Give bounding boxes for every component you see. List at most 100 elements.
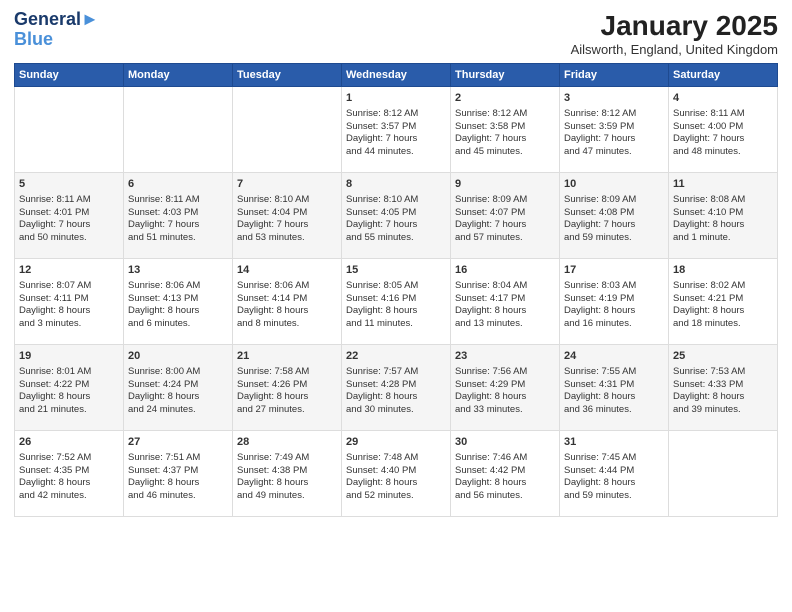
day-info-line: Sunrise: 7:57 AM xyxy=(346,366,446,379)
day-info-line: and 51 minutes. xyxy=(128,232,228,245)
day-info-line: Sunrise: 7:45 AM xyxy=(564,452,664,465)
day-info-line: Sunrise: 8:06 AM xyxy=(237,280,337,293)
day-cell: 10Sunrise: 8:09 AMSunset: 4:08 PMDayligh… xyxy=(560,173,669,259)
day-info-line: Daylight: 8 hours xyxy=(346,477,446,490)
day-info-line: and 45 minutes. xyxy=(455,146,555,159)
day-info-line: Sunset: 4:17 PM xyxy=(455,293,555,306)
day-info-line: Sunrise: 8:06 AM xyxy=(128,280,228,293)
day-info-line: Sunrise: 8:00 AM xyxy=(128,366,228,379)
day-info-line: and 56 minutes. xyxy=(455,490,555,503)
day-number: 16 xyxy=(455,263,555,278)
day-info-line: Sunrise: 8:09 AM xyxy=(564,194,664,207)
day-info-line: and 53 minutes. xyxy=(237,232,337,245)
logo: General► Blue xyxy=(14,10,99,50)
day-cell: 5Sunrise: 8:11 AMSunset: 4:01 PMDaylight… xyxy=(15,173,124,259)
day-number: 11 xyxy=(673,177,773,192)
weekday-header-sunday: Sunday xyxy=(15,64,124,87)
logo-blue: Blue xyxy=(14,30,99,50)
day-number: 6 xyxy=(128,177,228,192)
day-cell: 18Sunrise: 8:02 AMSunset: 4:21 PMDayligh… xyxy=(669,259,778,345)
weekday-header-friday: Friday xyxy=(560,64,669,87)
day-cell: 6Sunrise: 8:11 AMSunset: 4:03 PMDaylight… xyxy=(124,173,233,259)
day-info-line: and 27 minutes. xyxy=(237,404,337,417)
day-info-line: Sunrise: 8:10 AM xyxy=(237,194,337,207)
day-number: 20 xyxy=(128,349,228,364)
day-cell: 28Sunrise: 7:49 AMSunset: 4:38 PMDayligh… xyxy=(233,431,342,517)
day-info-line: Daylight: 8 hours xyxy=(564,391,664,404)
day-info-line: Daylight: 7 hours xyxy=(19,219,119,232)
day-number: 12 xyxy=(19,263,119,278)
day-info-line: and 36 minutes. xyxy=(564,404,664,417)
day-number: 30 xyxy=(455,435,555,450)
day-number: 15 xyxy=(346,263,446,278)
day-info-line: Sunrise: 7:51 AM xyxy=(128,452,228,465)
day-cell: 11Sunrise: 8:08 AMSunset: 4:10 PMDayligh… xyxy=(669,173,778,259)
day-cell xyxy=(669,431,778,517)
day-info-line: and 44 minutes. xyxy=(346,146,446,159)
day-number: 7 xyxy=(237,177,337,192)
day-number: 28 xyxy=(237,435,337,450)
day-info-line: Daylight: 8 hours xyxy=(237,391,337,404)
day-cell: 26Sunrise: 7:52 AMSunset: 4:35 PMDayligh… xyxy=(15,431,124,517)
day-info-line: Sunset: 4:28 PM xyxy=(346,379,446,392)
day-info-line: Daylight: 8 hours xyxy=(346,391,446,404)
day-info-line: Sunset: 4:40 PM xyxy=(346,465,446,478)
day-info-line: Sunset: 4:16 PM xyxy=(346,293,446,306)
day-info-line: Sunset: 4:22 PM xyxy=(19,379,119,392)
day-info-line: Daylight: 7 hours xyxy=(564,133,664,146)
day-info-line: Daylight: 8 hours xyxy=(237,477,337,490)
day-info-line: Daylight: 8 hours xyxy=(673,391,773,404)
day-cell: 16Sunrise: 8:04 AMSunset: 4:17 PMDayligh… xyxy=(451,259,560,345)
day-info-line: Sunrise: 7:48 AM xyxy=(346,452,446,465)
day-info-line: Sunrise: 8:01 AM xyxy=(19,366,119,379)
day-info-line: and 49 minutes. xyxy=(237,490,337,503)
day-info-line: Daylight: 8 hours xyxy=(673,219,773,232)
day-cell: 14Sunrise: 8:06 AMSunset: 4:14 PMDayligh… xyxy=(233,259,342,345)
day-info-line: and 16 minutes. xyxy=(564,318,664,331)
day-info-line: Sunrise: 7:55 AM xyxy=(564,366,664,379)
day-number: 13 xyxy=(128,263,228,278)
day-info-line: Sunrise: 7:49 AM xyxy=(237,452,337,465)
day-cell: 13Sunrise: 8:06 AMSunset: 4:13 PMDayligh… xyxy=(124,259,233,345)
day-info-line: and 59 minutes. xyxy=(564,232,664,245)
day-info-line: Sunrise: 8:12 AM xyxy=(564,108,664,121)
calendar-title: January 2025 xyxy=(571,10,778,42)
day-number: 1 xyxy=(346,91,446,106)
day-info-line: Sunset: 4:21 PM xyxy=(673,293,773,306)
day-info-line: Sunrise: 8:07 AM xyxy=(19,280,119,293)
day-info-line: and 30 minutes. xyxy=(346,404,446,417)
calendar-subtitle: Ailsworth, England, United Kingdom xyxy=(571,42,778,57)
day-info-line: Sunset: 4:37 PM xyxy=(128,465,228,478)
week-row-2: 5Sunrise: 8:11 AMSunset: 4:01 PMDaylight… xyxy=(15,173,778,259)
day-info-line: and 57 minutes. xyxy=(455,232,555,245)
day-cell: 29Sunrise: 7:48 AMSunset: 4:40 PMDayligh… xyxy=(342,431,451,517)
day-number: 21 xyxy=(237,349,337,364)
day-info-line: Sunset: 4:35 PM xyxy=(19,465,119,478)
day-number: 27 xyxy=(128,435,228,450)
day-info-line: Sunset: 4:08 PM xyxy=(564,207,664,220)
day-number: 9 xyxy=(455,177,555,192)
day-number: 31 xyxy=(564,435,664,450)
day-info-line: Sunset: 4:24 PM xyxy=(128,379,228,392)
day-number: 23 xyxy=(455,349,555,364)
day-info-line: and 39 minutes. xyxy=(673,404,773,417)
day-info-line: and 21 minutes. xyxy=(19,404,119,417)
day-info-line: Daylight: 8 hours xyxy=(19,305,119,318)
day-cell: 9Sunrise: 8:09 AMSunset: 4:07 PMDaylight… xyxy=(451,173,560,259)
header: General► Blue January 2025 Ailsworth, En… xyxy=(14,10,778,57)
day-number: 22 xyxy=(346,349,446,364)
day-cell: 24Sunrise: 7:55 AMSunset: 4:31 PMDayligh… xyxy=(560,345,669,431)
day-info-line: Sunset: 4:10 PM xyxy=(673,207,773,220)
day-info-line: and 24 minutes. xyxy=(128,404,228,417)
day-info-line: and 33 minutes. xyxy=(455,404,555,417)
day-info-line: and 8 minutes. xyxy=(237,318,337,331)
day-info-line: Sunset: 4:44 PM xyxy=(564,465,664,478)
day-info-line: Sunrise: 8:09 AM xyxy=(455,194,555,207)
day-number: 8 xyxy=(346,177,446,192)
day-info-line: Daylight: 8 hours xyxy=(455,305,555,318)
day-number: 17 xyxy=(564,263,664,278)
day-info-line: Daylight: 8 hours xyxy=(128,391,228,404)
day-info-line: and 13 minutes. xyxy=(455,318,555,331)
day-info-line: Sunset: 3:59 PM xyxy=(564,121,664,134)
day-info-line: and 42 minutes. xyxy=(19,490,119,503)
